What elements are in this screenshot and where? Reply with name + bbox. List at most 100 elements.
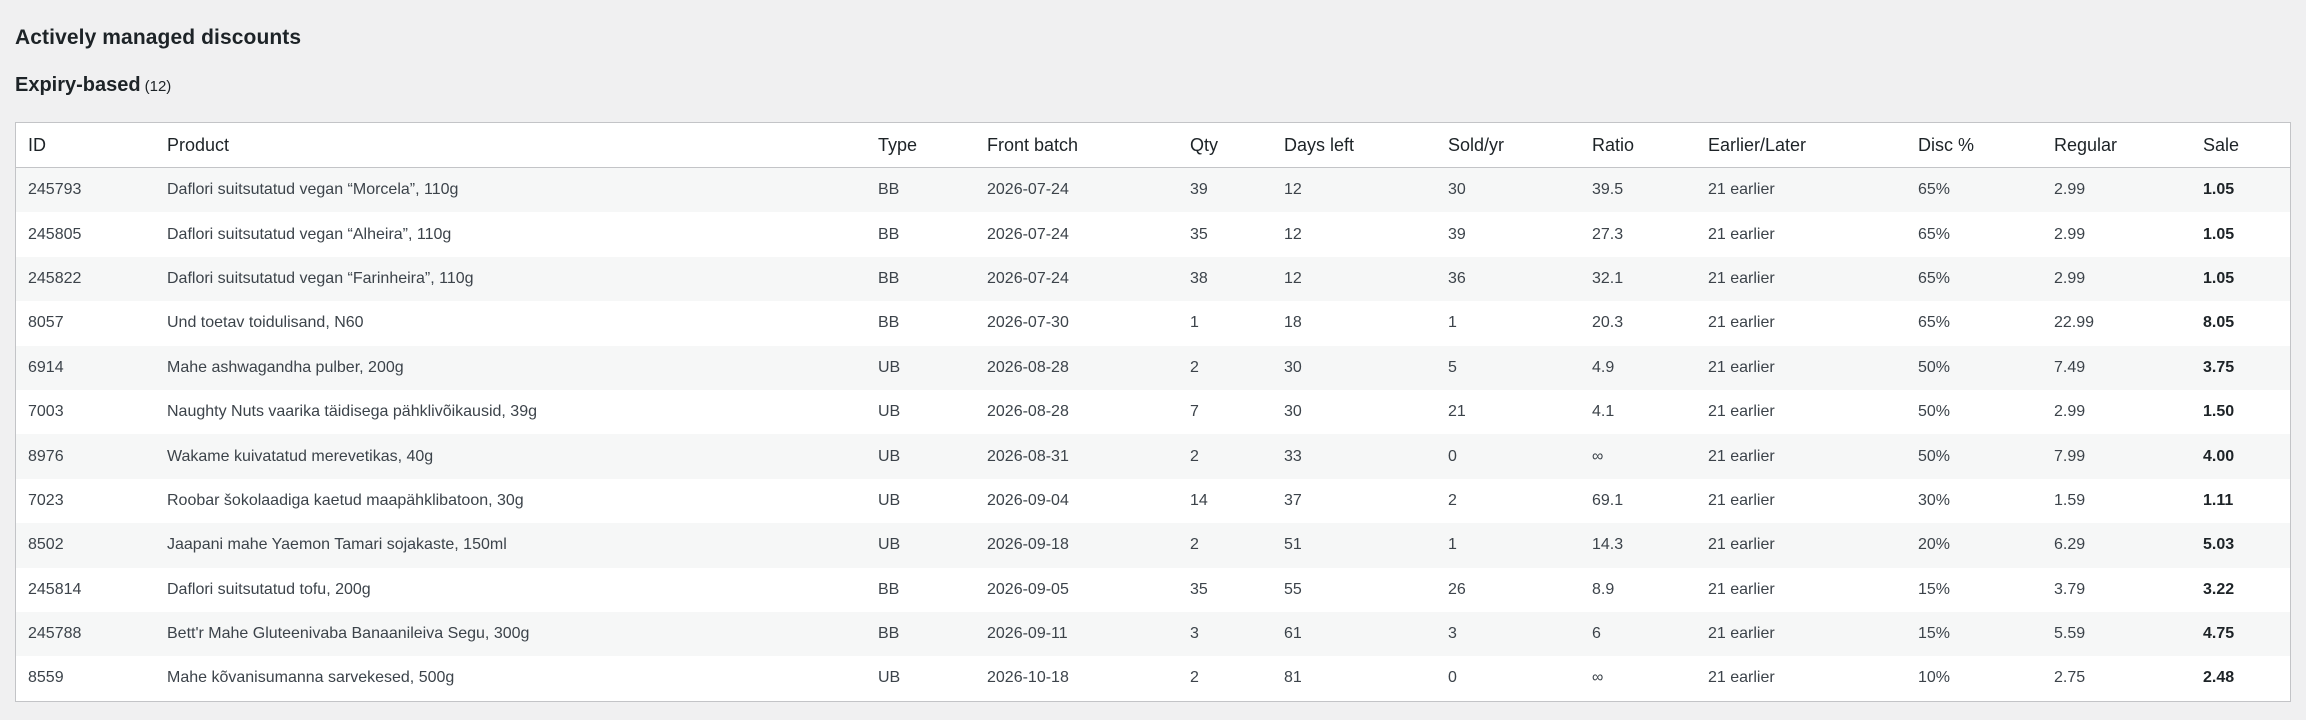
table-header: ID Product Type Front batch Qty Days lef… <box>16 123 2290 168</box>
cell-regular: 2.99 <box>2042 256 2191 302</box>
cell-id: 8976 <box>16 434 155 479</box>
cell-sale: 1.50 <box>2191 389 2290 435</box>
cell-days-left: 61 <box>1272 611 1436 657</box>
cell-front-batch: 2026-07-30 <box>975 301 1178 346</box>
cell-sold-yr: 0 <box>1436 656 1580 701</box>
cell-sale: 3.75 <box>2191 345 2290 390</box>
col-header-ratio: Ratio <box>1580 123 1696 168</box>
cell-earlier-later: 21 earlier <box>1696 478 1906 524</box>
cell-qty: 39 <box>1178 167 1272 213</box>
table-row: 245788 Bett'r Mahe Gluteenivaba Banaanile… <box>16 611 2290 657</box>
cell-sold-yr: 3 <box>1436 611 1580 657</box>
cell-regular: 5.59 <box>2042 611 2191 657</box>
cell-qty: 1 <box>1178 301 1272 346</box>
cell-earlier-later: 21 earlier <box>1696 656 1906 701</box>
cell-type: UB <box>866 656 975 701</box>
cell-earlier-later: 21 earlier <box>1696 611 1906 657</box>
cell-sold-yr: 1 <box>1436 523 1580 568</box>
cell-id: 245788 <box>16 611 155 657</box>
cell-sale: 8.05 <box>2191 301 2290 346</box>
table-row: 7023 Roobar šokolaadiga kaetud maapähklib… <box>16 478 2290 524</box>
cell-earlier-later: 21 earlier <box>1696 345 1906 390</box>
cell-front-batch: 2026-07-24 <box>975 256 1178 302</box>
cell-days-left: 81 <box>1272 656 1436 701</box>
cell-front-batch: 2026-08-28 <box>975 389 1178 435</box>
cell-product: Bett'r Mahe Gluteenivaba Banaanileiva Se… <box>155 611 866 657</box>
cell-type: UB <box>866 478 975 524</box>
cell-qty: 35 <box>1178 567 1272 612</box>
cell-disc-pct: 65% <box>1906 167 2042 213</box>
cell-id: 245805 <box>16 212 155 257</box>
cell-earlier-later: 21 earlier <box>1696 212 1906 257</box>
cell-days-left: 37 <box>1272 478 1436 524</box>
cell-sold-yr: 36 <box>1436 256 1580 302</box>
cell-sold-yr: 1 <box>1436 301 1580 346</box>
col-header-sold-yr: Sold/yr <box>1436 123 1580 168</box>
cell-qty: 14 <box>1178 478 1272 524</box>
subsection-label: Expiry-based <box>15 74 141 96</box>
cell-type: BB <box>866 256 975 302</box>
cell-id: 6914 <box>16 345 155 390</box>
cell-id: 8559 <box>16 656 155 701</box>
table-row: 245793 Daflori suitsutatud vegan “Morcela… <box>16 167 2290 213</box>
cell-product: Daflori suitsutatud tofu, 200g <box>155 567 866 612</box>
cell-qty: 7 <box>1178 389 1272 435</box>
col-header-qty: Qty <box>1178 123 1272 168</box>
cell-sale: 4.75 <box>2191 611 2290 657</box>
table-row: 8502 Jaapani mahe Yaemon Tamari sojakaste… <box>16 523 2290 568</box>
cell-days-left: 12 <box>1272 167 1436 213</box>
cell-ratio: 20.3 <box>1580 301 1696 346</box>
subsection-title: Expiry-based (12) <box>15 74 171 97</box>
cell-days-left: 12 <box>1272 212 1436 257</box>
cell-front-batch: 2026-07-24 <box>975 167 1178 213</box>
cell-sale: 3.22 <box>2191 567 2290 612</box>
col-header-disc-pct: Disc % <box>1906 123 2042 168</box>
cell-id: 245793 <box>16 167 155 213</box>
cell-type: BB <box>866 212 975 257</box>
cell-id: 7003 <box>16 389 155 435</box>
cell-days-left: 12 <box>1272 256 1436 302</box>
cell-ratio: 32.1 <box>1580 256 1696 302</box>
cell-sale: 5.03 <box>2191 523 2290 568</box>
cell-earlier-later: 21 earlier <box>1696 389 1906 435</box>
col-header-sale: Sale <box>2191 123 2290 168</box>
cell-product: Daflori suitsutatud vegan “Alheira”, 110… <box>155 212 866 257</box>
cell-days-left: 51 <box>1272 523 1436 568</box>
cell-ratio: 14.3 <box>1580 523 1696 568</box>
cell-product: Und toetav toidulisand, N60 <box>155 301 866 346</box>
page: Actively managed discounts Expiry-based(… <box>0 0 2306 720</box>
cell-qty: 3 <box>1178 611 1272 657</box>
cell-type: UB <box>866 434 975 479</box>
cell-type: UB <box>866 345 975 390</box>
cell-type: BB <box>866 611 975 657</box>
cell-earlier-later: 21 earlier <box>1696 567 1906 612</box>
table-body: 245793 Daflori suitsutatud vegan “Morcela… <box>16 167 2290 701</box>
cell-regular: 2.99 <box>2042 167 2191 213</box>
cell-sale: 1.05 <box>2191 167 2290 213</box>
cell-front-batch: 2026-10-18 <box>975 656 1178 701</box>
cell-disc-pct: 15% <box>1906 567 2042 612</box>
cell-front-batch: 2026-08-31 <box>975 434 1178 479</box>
cell-regular: 2.99 <box>2042 389 2191 435</box>
cell-front-batch: 2026-07-24 <box>975 212 1178 257</box>
cell-qty: 2 <box>1178 656 1272 701</box>
table-row: 245805 Daflori suitsutatud vegan “Alheira… <box>16 212 2290 257</box>
cell-sold-yr: 39 <box>1436 212 1580 257</box>
col-header-type: Type <box>866 123 975 168</box>
cell-type: BB <box>866 301 975 346</box>
table-row: 8559 Mahe kõvanisumanna sarvekesed, 500g U… <box>16 656 2290 701</box>
col-header-regular: Regular <box>2042 123 2191 168</box>
cell-sale: 1.05 <box>2191 212 2290 257</box>
cell-type: UB <box>866 389 975 435</box>
cell-regular: 6.29 <box>2042 523 2191 568</box>
cell-type: UB <box>866 523 975 568</box>
table-row: 7003 Naughty Nuts vaarika täidisega pähkl… <box>16 389 2290 435</box>
cell-ratio: 39.5 <box>1580 167 1696 213</box>
cell-sold-yr: 26 <box>1436 567 1580 612</box>
cell-ratio: ∞ <box>1580 656 1696 701</box>
cell-sold-yr: 30 <box>1436 167 1580 213</box>
cell-regular: 3.79 <box>2042 567 2191 612</box>
cell-front-batch: 2026-09-18 <box>975 523 1178 568</box>
cell-disc-pct: 65% <box>1906 212 2042 257</box>
cell-sold-yr: 0 <box>1436 434 1580 479</box>
